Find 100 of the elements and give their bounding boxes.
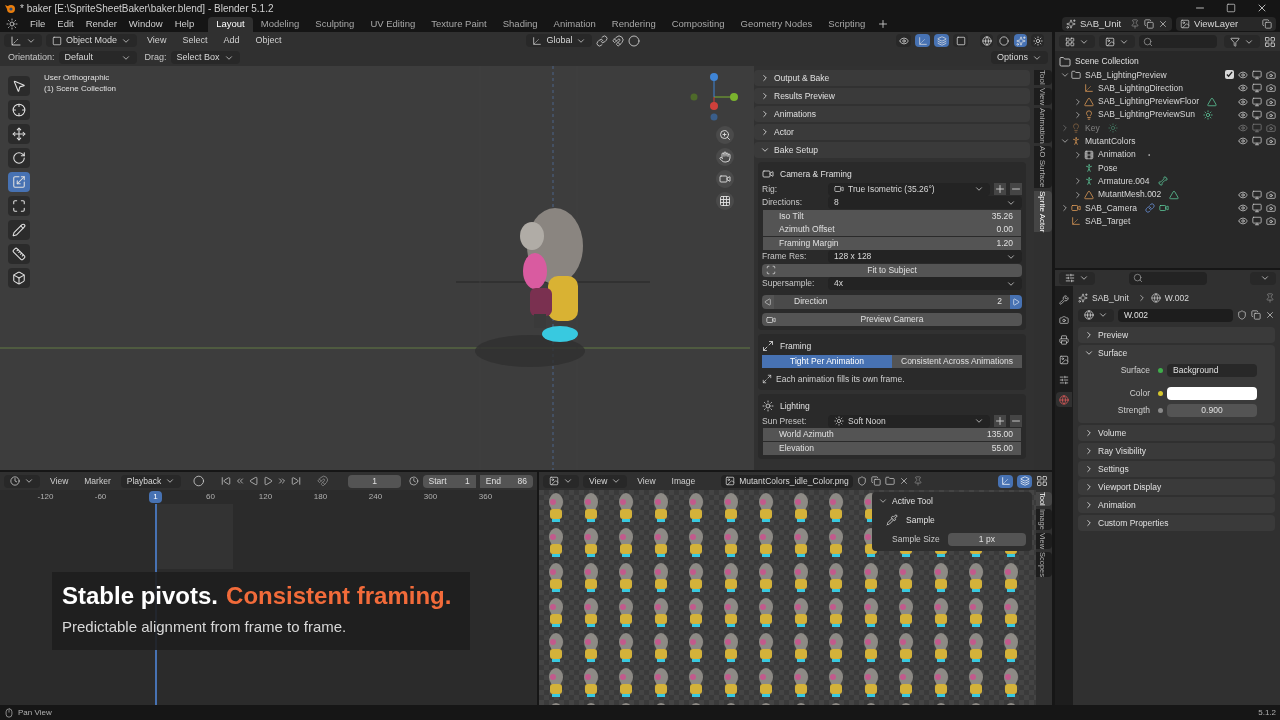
panel-header[interactable]: Ray Visibility bbox=[1078, 443, 1275, 459]
frame-number: 240 bbox=[368, 491, 383, 503]
dropdown-field[interactable]: 8 bbox=[828, 196, 1022, 209]
outliner-row[interactable]: Armature.004 bbox=[1059, 174, 1280, 188]
workspace-tab[interactable]: Texture Paint bbox=[423, 16, 495, 32]
workspace-tab[interactable]: Rendering bbox=[603, 16, 664, 32]
panel-header[interactable]: Preview bbox=[1078, 327, 1275, 343]
toggle-option[interactable]: Tight Per Animation bbox=[762, 354, 892, 368]
outliner-row[interactable]: Animation bbox=[1059, 148, 1280, 162]
sidebar-tab[interactable]: View bbox=[1034, 87, 1052, 105]
orientation-dropdown[interactable]: Default bbox=[58, 51, 137, 64]
view-name: User Orthographic bbox=[44, 72, 111, 83]
sidebar-tab[interactable]: AO Surface bbox=[1034, 146, 1052, 188]
workspace-tab[interactable]: Scripting bbox=[820, 16, 874, 32]
menu-item[interactable]: Select bbox=[176, 33, 214, 48]
number-field[interactable]: 0.900 bbox=[1167, 404, 1257, 417]
transform-orientation-dropdown[interactable]: Global bbox=[526, 34, 593, 47]
workspace-tab[interactable]: Shading bbox=[494, 16, 546, 32]
window-title: * baker [E:\SpriteSheetBaker\baker.blend] - Blender 5.1.2 bbox=[20, 1, 274, 16]
sidebar-tab[interactable]: Tool bbox=[1034, 70, 1052, 85]
options-dropdown[interactable]: Options bbox=[990, 51, 1048, 64]
sidebar-tab[interactable]: Animation bbox=[1034, 107, 1052, 144]
panel-header[interactable]: Animation bbox=[1078, 497, 1275, 513]
menu-item[interactable]: File bbox=[24, 16, 52, 32]
scene-name: SAB_Unit bbox=[1080, 16, 1122, 31]
outliner-row[interactable]: SAB_Target bbox=[1059, 214, 1280, 228]
field-label: Supersample: bbox=[762, 277, 816, 290]
workspace-tab[interactable]: Layout bbox=[208, 16, 253, 32]
action-button[interactable]: Preview Camera bbox=[762, 313, 1022, 326]
outliner-row[interactable]: MutantMesh.002 bbox=[1059, 187, 1280, 202]
breadcrumb-item: W.002 bbox=[1164, 291, 1189, 305]
scene-collection-label: Scene Collection bbox=[1075, 55, 1139, 68]
dropdown-field[interactable]: 128 x 128 bbox=[828, 250, 1022, 263]
mode-dropdown[interactable]: Object Mode bbox=[46, 34, 138, 47]
frame-number: 360 bbox=[478, 491, 493, 503]
datablock-name-field[interactable]: W.002 bbox=[1118, 308, 1233, 322]
outliner-row[interactable]: SAB_LightingPreview bbox=[1059, 68, 1280, 82]
outliner-row[interactable]: Pose bbox=[1059, 161, 1280, 175]
menu-item[interactable]: Add bbox=[217, 33, 246, 48]
workspace-tab[interactable]: UV Editing bbox=[362, 16, 424, 32]
sidebar-tab[interactable]: Sprite Actor bbox=[1034, 190, 1052, 233]
outliner-row[interactable]: SAB_Camera bbox=[1059, 201, 1280, 215]
panel-header[interactable]: Actor bbox=[754, 124, 1030, 140]
view-dropdown[interactable]: View bbox=[583, 474, 628, 488]
playback-dropdown[interactable]: Playback bbox=[120, 474, 182, 488]
start-frame-field[interactable]: Start 1 bbox=[422, 474, 476, 488]
panel-header[interactable]: Settings bbox=[1078, 461, 1275, 477]
number-field[interactable]: Azimuth Offset 0.00 bbox=[763, 223, 1021, 236]
workspace-tab[interactable]: Geometry Nodes bbox=[732, 16, 821, 32]
workspace-tab[interactable]: Sculpting bbox=[307, 16, 363, 32]
sample-size-field[interactable]: 1 px bbox=[947, 532, 1026, 546]
view-layer-name: ViewLayer bbox=[1194, 16, 1239, 31]
number-field[interactable]: Iso Tilt 35.26 bbox=[763, 209, 1021, 223]
outliner-row[interactable]: SAB_LightingPreviewFloor bbox=[1059, 94, 1280, 109]
panel-header[interactable]: Results Preview bbox=[754, 88, 1030, 104]
action-button[interactable]: Fit to Subject bbox=[762, 263, 1022, 277]
outliner-row[interactable]: SAB_LightingDirection bbox=[1059, 81, 1280, 95]
panel-title: Active Tool bbox=[892, 495, 933, 508]
panel-header[interactable]: Custom Properties bbox=[1078, 515, 1275, 531]
end-frame-field[interactable]: End 86 bbox=[479, 474, 533, 488]
dropdown-field[interactable]: Soft Noon bbox=[828, 414, 990, 428]
menu-item[interactable]: Edit bbox=[51, 16, 80, 32]
dropdown-field[interactable]: 4x bbox=[828, 277, 1022, 290]
dropdown-field[interactable]: True Isometric (35.26°) bbox=[828, 182, 990, 196]
panel-header[interactable]: Viewport Display bbox=[1078, 479, 1275, 495]
workspace-tab[interactable]: Modeling bbox=[252, 16, 308, 32]
menu-item[interactable]: Render bbox=[79, 16, 123, 32]
frame-number: 60 bbox=[206, 491, 215, 503]
field-label: Directions: bbox=[762, 196, 804, 209]
scene-selector[interactable]: SAB_Unit bbox=[1062, 17, 1172, 31]
image-selector[interactable]: MutantColors_idle_Color.png bbox=[721, 474, 853, 488]
number-field[interactable]: Framing Margin 1.20 bbox=[763, 236, 1021, 250]
menu-item[interactable]: View bbox=[44, 474, 75, 488]
menu-item[interactable]: View bbox=[141, 33, 173, 48]
stepper-field[interactable]: Direction 2 bbox=[774, 294, 1010, 309]
number-field[interactable]: World Azimuth 135.00 bbox=[763, 428, 1021, 441]
panel-header[interactable]: Volume bbox=[1078, 425, 1275, 441]
drag-dropdown[interactable]: Select Box bbox=[170, 51, 240, 64]
panel-header[interactable]: Surface bbox=[1078, 345, 1275, 361]
frame-number: 180 bbox=[313, 491, 328, 503]
frame-number: 120 bbox=[258, 491, 273, 503]
current-frame-field[interactable]: 1 bbox=[348, 474, 401, 488]
workspace-tab[interactable]: Animation bbox=[545, 16, 604, 32]
playhead-frame: 1 bbox=[149, 491, 162, 503]
number-field[interactable]: Elevation 55.00 bbox=[763, 441, 1021, 455]
toggle-option[interactable]: Consistent Across Animations bbox=[892, 354, 1022, 368]
panel-header[interactable]: Bake Setup bbox=[754, 142, 1030, 158]
outliner-row[interactable]: SAB_LightingPreviewSun bbox=[1059, 108, 1280, 122]
menu-item[interactable]: Window bbox=[122, 16, 169, 32]
menu-item[interactable]: Help bbox=[168, 16, 201, 32]
shader-link-field[interactable]: Background bbox=[1167, 364, 1257, 377]
panel-header[interactable]: Animations bbox=[754, 106, 1030, 122]
outliner-row[interactable]: MutantColors bbox=[1059, 134, 1280, 149]
menu-item[interactable]: Marker bbox=[78, 474, 117, 488]
panel-header[interactable]: Output & Bake bbox=[754, 70, 1030, 86]
view-layer-selector[interactable]: ViewLayer bbox=[1176, 17, 1276, 31]
workspace-tab[interactable]: Compositing bbox=[663, 16, 733, 32]
menu-item[interactable]: View bbox=[631, 474, 662, 488]
menu-item[interactable]: Object bbox=[249, 33, 288, 48]
menu-item[interactable]: Image bbox=[665, 474, 702, 488]
